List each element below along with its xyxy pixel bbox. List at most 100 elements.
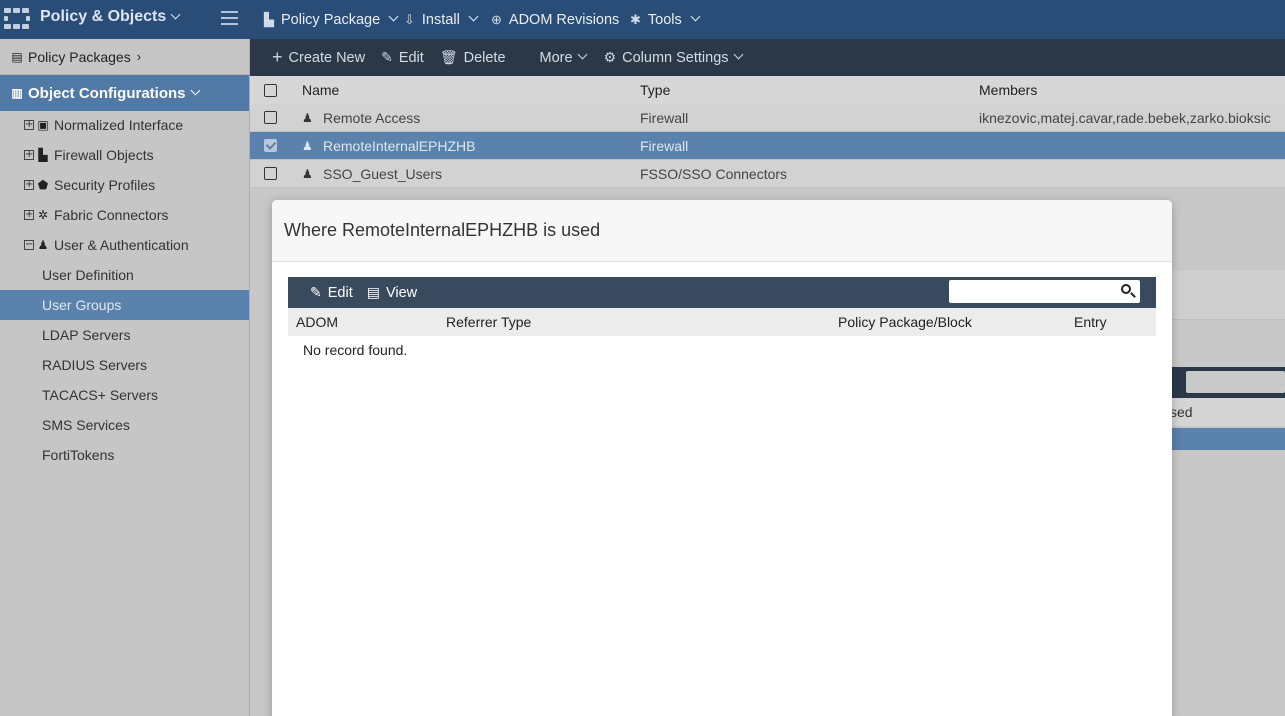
expand-icon[interactable]: +	[24, 150, 34, 160]
sidebar-item-user-authentication[interactable]: − ♟ User & Authentication	[0, 230, 249, 260]
table-row[interactable]: ♟ Remote Access Firewall iknezovic,matej…	[250, 104, 1285, 132]
top-menu-install[interactable]: ⇩ Install	[404, 0, 479, 39]
gear-icon: ⚙	[603, 49, 617, 65]
trash-icon: 🗑	[439, 49, 458, 65]
collapse-icon[interactable]: −	[24, 240, 34, 250]
sidebar-item-user-definition[interactable]: User Definition	[0, 260, 249, 290]
dialog-title: Where RemoteInternalEPHZHB is used	[284, 220, 601, 240]
top-menu-tools[interactable]: ✱ Tools	[630, 0, 701, 39]
chevron-right-icon: ›	[136, 49, 142, 64]
row-checkbox[interactable]	[264, 111, 277, 124]
sidebar-item-fortitokens[interactable]: FortiTokens	[0, 440, 249, 470]
object-config-icon: ▥	[11, 86, 23, 100]
sidebar: ▤ Policy Packages › ▥ Object Configurati…	[0, 39, 250, 716]
interface-icon: ▣	[37, 118, 49, 132]
sidebar-item-tacacs-servers[interactable]: TACACS+ Servers	[0, 380, 249, 410]
sidebar-item-radius-servers[interactable]: RADIUS Servers	[0, 350, 249, 380]
expand-icon[interactable]: +	[24, 120, 34, 130]
chevron-down-icon	[388, 11, 399, 22]
chevron-down-icon	[190, 85, 200, 95]
sidebar-item-ldap-servers[interactable]: LDAP Servers	[0, 320, 249, 350]
column-header-adom[interactable]: ADOM	[296, 314, 338, 330]
chevron-down-icon	[690, 11, 701, 22]
table-row[interactable]: ♟ SSO_Guest_Users FSSO/SSO Connectors	[250, 160, 1285, 188]
sidebar-item-label: Security Profiles	[54, 177, 156, 193]
top-menu-label: ADOM Revisions	[508, 11, 620, 28]
row-checkbox[interactable]	[264, 167, 277, 180]
table-header: Name Type Members	[250, 76, 1285, 104]
view-icon: ▤	[366, 284, 380, 300]
sidebar-item-sms-services[interactable]: SMS Services	[0, 410, 249, 440]
where-used-dialog: Where RemoteInternalEPHZHB is used ✎ Edit…	[272, 200, 1172, 716]
empty-state-message: No record found.	[303, 342, 408, 358]
shield-icon: ⬟	[37, 178, 49, 192]
user-group-icon: ♟	[302, 110, 313, 125]
dialog-header: Where RemoteInternalEPHZHB is used	[272, 200, 1172, 262]
top-menu-label: Policy Package	[281, 11, 381, 28]
sidebar-object-configurations[interactable]: ▥ Object Configurations	[0, 75, 249, 111]
button-label: Column Settings	[622, 49, 729, 66]
column-header-members[interactable]: Members	[979, 82, 1037, 98]
sidebar-item-security-profiles[interactable]: + ⬟ Security Profiles	[0, 170, 249, 200]
user-group-icon: ♟	[302, 138, 313, 153]
delete-button[interactable]: 🗑 Delete	[440, 49, 506, 66]
column-header-policy-package[interactable]: Policy Package/Block	[838, 314, 972, 330]
sidebar-item-label: User & Authentication	[54, 237, 189, 253]
background-selected-row	[1170, 428, 1285, 450]
users-icon: ♟	[37, 238, 49, 252]
app-switcher[interactable]: Policy & Objects	[0, 0, 250, 39]
app-title[interactable]: Policy & Objects	[40, 8, 181, 26]
cell-name: SSO_Guest_Users	[323, 165, 443, 182]
edit-icon: ✎	[381, 49, 393, 65]
sidebar-item-label: SMS Services	[42, 417, 130, 433]
sidebar-item-fabric-connectors[interactable]: + ✲ Fabric Connectors	[0, 200, 249, 230]
top-menu-adom-revisions[interactable]: ⊕ ADOM Revisions	[491, 0, 619, 39]
button-label: Edit	[327, 284, 353, 301]
dialog-search-input[interactable]	[949, 280, 1140, 303]
column-header-name[interactable]: Name	[302, 82, 339, 98]
dialog-edit-button[interactable]: ✎ Edit	[310, 284, 353, 301]
globe-icon: ⊕	[491, 11, 502, 27]
sidebar-item-firewall-objects[interactable]: + ▙ Firewall Objects	[0, 140, 249, 170]
sidebar-policy-packages[interactable]: ▤ Policy Packages ›	[0, 39, 249, 75]
background-search-input	[1186, 371, 1285, 393]
row-checkbox[interactable]	[264, 139, 277, 152]
create-new-button[interactable]: + Create New	[272, 47, 365, 68]
button-label: Delete	[463, 49, 506, 66]
column-settings-button[interactable]: ⚙ Column Settings	[603, 49, 743, 66]
chevron-down-icon	[468, 11, 479, 22]
sidebar-item-label: RADIUS Servers	[42, 357, 148, 373]
dialog-view-button[interactable]: ▤ View	[367, 284, 417, 301]
expand-icon[interactable]: +	[24, 210, 34, 220]
expand-icon[interactable]: +	[24, 180, 34, 190]
hamburger-menu-icon[interactable]	[221, 11, 238, 25]
install-icon: ⇩	[404, 11, 415, 27]
sidebar-item-normalized-interface[interactable]: + ▣ Normalized Interface	[0, 110, 249, 140]
top-menu-label: Tools	[647, 11, 682, 28]
sidebar-item-label: LDAP Servers	[42, 327, 131, 343]
select-all-checkbox[interactable]	[264, 83, 277, 97]
chevron-down-icon	[577, 49, 588, 60]
column-header-type[interactable]: Type	[640, 82, 670, 98]
search-icon[interactable]	[1121, 284, 1136, 298]
cell-type: FSSO/SSO Connectors	[640, 165, 788, 182]
sidebar-item-user-groups[interactable]: User Groups	[0, 290, 249, 320]
column-header-entry[interactable]: Entry	[1074, 314, 1107, 330]
cell-type: Firewall	[640, 109, 689, 126]
top-menu-policy-package[interactable]: ▙ Policy Package	[264, 0, 399, 39]
sidebar-item-label: Policy Packages	[28, 48, 131, 65]
sidebar-item-label: Normalized Interface	[54, 117, 184, 133]
user-group-icon: ♟	[302, 166, 313, 181]
column-header-referrer-type[interactable]: Referrer Type	[446, 314, 531, 330]
main-toolbar: + Create New ✎ Edit 🗑 Delete More ⚙ Column S…	[250, 39, 1285, 76]
app-grid-icon	[4, 8, 30, 30]
edit-button[interactable]: ✎ Edit	[381, 49, 424, 66]
more-button[interactable]: More	[540, 49, 588, 66]
table-row[interactable]: ♟ RemoteInternalEPHZHB Firewall	[250, 132, 1285, 160]
button-label: Edit	[398, 49, 424, 66]
sidebar-item-label: TACACS+ Servers	[42, 387, 159, 403]
package-list-icon: ▤	[11, 49, 23, 64]
top-navigation-bar: Policy & Objects ▙ Policy Package ⇩ Instal…	[0, 0, 1285, 39]
sidebar-item-label: Fabric Connectors	[54, 207, 169, 223]
package-icon: ▙	[264, 11, 274, 27]
